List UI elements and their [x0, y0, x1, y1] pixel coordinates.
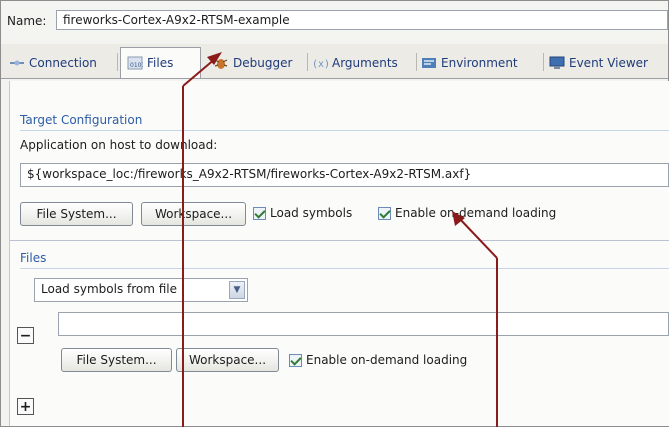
tab-label: Environment: [441, 55, 518, 70]
tab-label: Event Viewer: [569, 55, 648, 70]
file-system-button[interactable]: File System...: [61, 348, 172, 372]
remove-file-button[interactable]: −: [17, 327, 34, 344]
enable-on-demand-checkbox[interactable]: Enable on-demand loading: [289, 353, 467, 367]
tab-event-viewer[interactable]: Event Viewer: [549, 48, 648, 77]
svg-text:0101: 0101: [130, 62, 143, 69]
tab-label: Arguments: [332, 55, 398, 70]
enable-on-demand-checkbox[interactable]: Enable on-demand loading: [378, 206, 556, 220]
application-label: Application on host to download:: [20, 138, 218, 152]
select-value: Load symbols from file: [41, 282, 178, 296]
tab-separator: [416, 53, 417, 71]
tab-label: Files: [147, 56, 174, 70]
arguments-icon: (x): [312, 59, 328, 70]
enable-on-demand-label: Enable on-demand loading: [306, 353, 468, 367]
section-divider: [10, 240, 669, 241]
name-input[interactable]: fireworks-Cortex-A9x2-RTSM-example: [56, 10, 668, 30]
tab-connection[interactable]: Connection: [9, 48, 97, 77]
checkbox-checked-icon: [378, 206, 391, 220]
checkbox-checked-icon: [289, 353, 302, 367]
files-group-title: Files: [20, 251, 47, 265]
load-symbols-label: Load symbols: [270, 206, 353, 220]
name-label: Name:: [7, 14, 47, 28]
add-file-button[interactable]: +: [17, 398, 34, 415]
load-symbols-checkbox[interactable]: Load symbols: [253, 206, 352, 220]
load-symbols-select[interactable]: Load symbols from file ▼: [34, 278, 248, 302]
tab-separator: [307, 53, 308, 71]
application-path-input[interactable]: ${workspace_loc:/fireworks_A9x2-RTSM/fir…: [20, 163, 669, 187]
files-icon: 0101: [127, 56, 143, 70]
tab-separator: [543, 53, 544, 71]
name-row: Name: fireworks-Cortex-A9x2-RTSM-example: [1, 1, 668, 39]
group-divider: [20, 268, 669, 269]
group-divider: [20, 130, 669, 131]
file-system-button[interactable]: File System...: [20, 202, 133, 226]
file-path-input[interactable]: [58, 312, 669, 336]
tab-environment[interactable]: Environment: [421, 48, 518, 77]
debugger-icon: [214, 58, 228, 69]
svg-text:(x): (x): [312, 59, 328, 70]
tab-label: Connection: [29, 55, 97, 70]
files-tab-panel: Target Configuration Application on host…: [9, 81, 669, 426]
tab-bar: Connection 0101 Files Debugger (x) Argum…: [1, 44, 668, 79]
environment-icon: [422, 57, 436, 68]
tab-label: Debugger: [233, 55, 293, 70]
target-configuration-title: Target Configuration: [20, 113, 143, 127]
tab-arguments[interactable]: (x) Arguments: [312, 48, 398, 77]
workspace-button[interactable]: Workspace...: [141, 202, 246, 226]
workspace-button[interactable]: Workspace...: [176, 348, 279, 372]
tab-separator: [117, 53, 118, 71]
enable-on-demand-label: Enable on-demand loading: [395, 206, 557, 220]
tab-debugger[interactable]: Debugger: [213, 48, 292, 77]
event-viewer-icon: [549, 56, 565, 69]
tab-files[interactable]: 0101 Files: [120, 47, 201, 78]
checkbox-checked-icon: [253, 206, 266, 220]
chevron-down-icon[interactable]: ▼: [229, 281, 245, 299]
launch-config-dialog: Name: fireworks-Cortex-A9x2-RTSM-example…: [0, 0, 669, 427]
connection-icon: [10, 60, 24, 65]
